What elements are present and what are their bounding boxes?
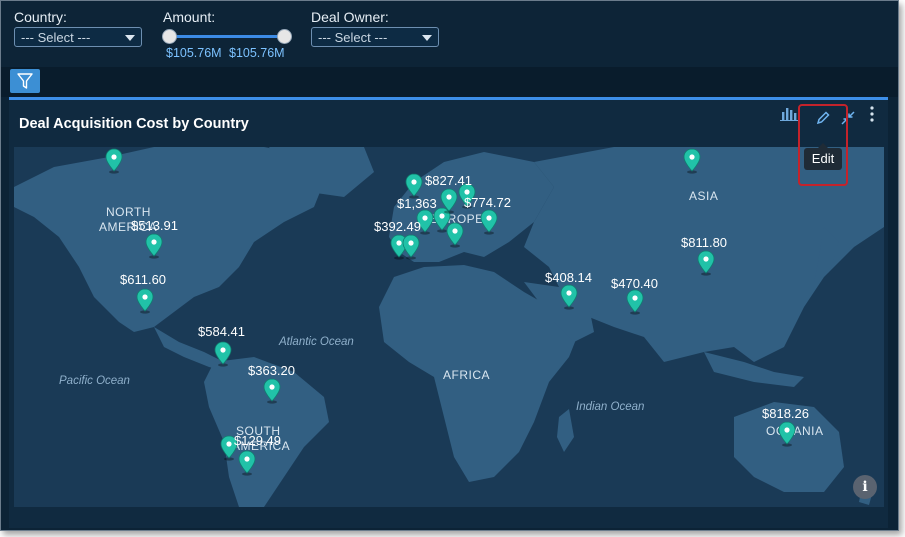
map-pin-icon[interactable] (145, 233, 163, 259)
continent-label-asia: ASIA (689, 189, 719, 203)
map-pin-icon[interactable] (136, 288, 154, 314)
map-pin-icon[interactable] (440, 188, 458, 214)
info-icon[interactable]: i (853, 475, 877, 499)
value-label: $513.91 (131, 218, 178, 233)
bar-chart-icon[interactable] (780, 105, 798, 121)
amount-label: Amount: (163, 9, 216, 25)
value-label: $774.72 (464, 195, 511, 210)
ocean-label-pacific: Pacific Ocean (59, 375, 130, 387)
value-label: $470.40 (611, 276, 658, 291)
value-label: $584.41 (198, 324, 245, 339)
map-pin-icon[interactable] (480, 209, 498, 235)
map-pin-icon[interactable] (214, 341, 232, 367)
deal-owner-select[interactable]: --- Select --- (311, 27, 439, 47)
map-pin-icon[interactable] (105, 148, 123, 174)
amount-slider-max-handle[interactable] (277, 29, 292, 44)
continent-label-africa: AFRICA (443, 368, 491, 382)
map-pin-icon[interactable] (697, 250, 715, 276)
deal-owner-select-value: --- Select --- (318, 30, 388, 45)
amount-max-value: $105.76M (229, 46, 285, 60)
amount-slider-track[interactable] (168, 35, 284, 38)
value-label: $811.80 (681, 235, 728, 250)
country-select-value: --- Select --- (21, 30, 91, 45)
value-label: $611.60 (120, 272, 167, 287)
value-label: $363.20 (248, 363, 295, 378)
ocean-label-indian: Indian Ocean (576, 401, 645, 413)
map-pin-icon[interactable] (446, 222, 464, 248)
value-label: $818.26 (762, 406, 809, 421)
widget-title: Deal Acquisition Cost by Country (19, 116, 249, 132)
continent-label-north: NORTH (106, 205, 151, 219)
amount-slider-min-handle[interactable] (162, 29, 177, 44)
map-pin-icon[interactable] (560, 284, 578, 310)
map-pin-icon[interactable] (263, 378, 281, 404)
map-pin-icon[interactable] (402, 234, 420, 260)
filter-bar: Country: --- Select --- Amount: $105.76M… (1, 1, 898, 67)
world-map[interactable]: Atlantic Ocean Pacific Ocean Indian Ocea… (14, 147, 884, 507)
value-label: $1,363 (397, 196, 437, 211)
value-label: $392.49 (374, 219, 421, 234)
map-pin-icon[interactable] (238, 450, 256, 476)
country-select[interactable]: --- Select --- (14, 27, 142, 47)
dashboard-frame: Country: --- Select --- Amount: $105.76M… (0, 0, 899, 531)
toolbar-strip (1, 67, 898, 97)
deal-owner-label: Deal Owner: (311, 9, 389, 25)
chevron-down-icon (422, 35, 432, 41)
value-label: $408.14 (545, 270, 592, 285)
country-label: Country: (14, 9, 67, 25)
map-pin-icon[interactable] (778, 421, 796, 447)
edit-tooltip: Edit (804, 143, 842, 170)
map-pin-icon[interactable] (683, 148, 701, 174)
filter-button[interactable] (10, 69, 40, 93)
value-label: $129.49 (234, 433, 281, 448)
value-label: $827.41 (425, 173, 472, 188)
more-vertical-icon[interactable] (867, 105, 877, 123)
amount-min-value: $105.76M (166, 46, 222, 60)
chevron-down-icon (125, 35, 135, 41)
ocean-label-atlantic: Atlantic Ocean (279, 336, 354, 348)
funnel-icon (17, 73, 33, 89)
map-pin-icon[interactable] (626, 289, 644, 315)
